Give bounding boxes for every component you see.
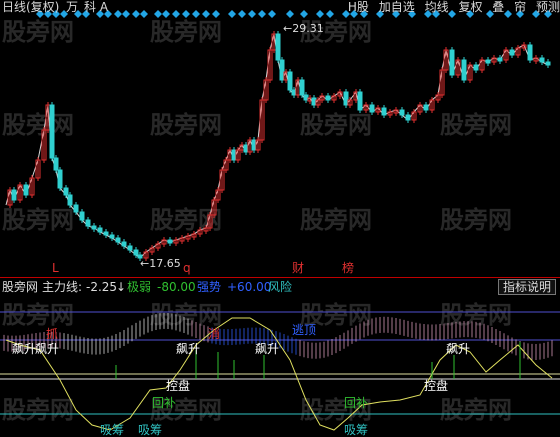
risk-label: 风险 — [268, 280, 293, 294]
candle-body — [497, 57, 503, 62]
annotation-grab-rise: 飙升 — [35, 342, 60, 356]
candle-body — [423, 104, 429, 111]
down-arrow-icon: ↓ — [116, 280, 127, 294]
event-marker-cai[interactable]: 财 — [292, 262, 304, 274]
strong-value: +60.00 — [227, 280, 272, 294]
annotation-absorb: 吸筹 — [138, 423, 163, 437]
annotation-escape: 逃顶 — [292, 323, 317, 337]
annotation-absorb: 吸筹 — [100, 423, 125, 437]
annotation-grab-rise: 飙升 — [12, 342, 37, 356]
candle-body — [167, 239, 173, 244]
toolbar-add-watchlist-button[interactable]: 加自选 — [379, 0, 415, 14]
annotation-xiao: 消 — [208, 327, 221, 341]
high-arrow-icon: ← — [283, 22, 293, 35]
candle-body — [231, 149, 237, 161]
letters-label: 科 A — [84, 0, 109, 14]
candle-body — [133, 249, 139, 256]
weak-label: 极弱 — [127, 280, 152, 294]
event-marker-q[interactable]: q — [183, 262, 191, 274]
event-marker-bang[interactable]: 榜 — [342, 262, 354, 274]
candle-body — [485, 59, 491, 64]
candle-body — [399, 109, 405, 116]
candle-body — [49, 104, 55, 159]
candlestick-chart[interactable] — [0, 0, 560, 436]
candle-body — [251, 139, 257, 151]
candle-body — [67, 194, 73, 206]
main-line-value: -2.25 — [86, 280, 118, 294]
candle-body — [357, 91, 363, 111]
toolbar-hk-button[interactable]: H股 — [348, 0, 369, 14]
candle-body — [473, 64, 479, 71]
annotation-control: 控盘 — [166, 379, 191, 393]
toolbar-ma-button[interactable]: 均线 — [425, 0, 449, 14]
annotation-grab-rise: 飙升 — [255, 342, 280, 356]
low-arrow-icon: ← — [140, 257, 150, 270]
low-price-label: ←17.65 — [140, 257, 181, 270]
candle-body — [85, 219, 91, 227]
candle-body — [79, 211, 85, 221]
toolbar: H股 加自选 均线 复权 叠 帘 预测 — [342, 0, 560, 14]
annotation-pullback: 回补 — [152, 396, 177, 410]
candle-body — [287, 71, 293, 91]
candle-body — [369, 104, 375, 113]
weak-value: -80.00 — [157, 280, 196, 294]
candle-body — [539, 57, 545, 63]
candle-body — [73, 204, 79, 213]
candle-body — [299, 79, 305, 96]
candle-body — [243, 144, 249, 153]
annotation-grab: 抓 — [46, 327, 59, 341]
annotation-pullback: 回补 — [344, 396, 369, 410]
annotation-grab-rise: 飙升 — [446, 342, 471, 356]
toolbar-overlay-button[interactable]: 叠 — [492, 0, 504, 14]
candle-body — [23, 184, 29, 196]
candle-body — [545, 61, 551, 66]
candle-body — [121, 241, 127, 247]
candle-body — [311, 97, 317, 106]
annotation-control: 控盘 — [424, 379, 449, 393]
candle-body — [381, 107, 387, 116]
candle-body — [291, 89, 297, 96]
candle-body — [275, 33, 281, 61]
candle-body — [103, 231, 109, 236]
indicator-name[interactable]: 股旁网 — [2, 280, 38, 294]
candle-body — [325, 95, 331, 101]
event-marker-l[interactable]: L — [52, 262, 59, 274]
candle-body — [57, 169, 63, 189]
candle-body — [509, 49, 515, 56]
toolbar-adjust-button[interactable]: 复权 — [458, 0, 482, 14]
candle-body — [303, 94, 309, 101]
indicator-help-button[interactable]: 指标说明 — [498, 279, 556, 295]
candle-body — [343, 91, 349, 106]
candle-body — [109, 234, 115, 239]
high-price-label: ←29.31 — [283, 22, 324, 35]
candle-body — [53, 157, 59, 171]
chart-header: 日线(复权) 万 科 A H股 加自选 均线 复权 叠 帘 预测 — [0, 0, 560, 14]
indicator-header: 股旁网 主力线: -2.25 ↓ 极弱 -80.00 强势 +60.00 风险 — [0, 280, 560, 294]
candle-body — [527, 44, 533, 61]
candle-body — [97, 227, 103, 233]
candle-body — [461, 59, 467, 81]
candle-body — [279, 59, 285, 81]
unit-label: 万 — [66, 0, 79, 14]
candle-body — [449, 49, 455, 76]
toolbar-forecast-button[interactable]: 预测 — [536, 0, 560, 14]
candle-body — [127, 245, 133, 251]
pane-divider[interactable] — [0, 277, 560, 278]
toolbar-window-button[interactable]: 帘 — [514, 0, 526, 14]
candle-body — [63, 187, 69, 196]
candle-body — [91, 225, 97, 230]
strong-label: 强势 — [197, 280, 222, 294]
main-line-label: 主力线: — [42, 280, 83, 294]
candle-body — [405, 114, 411, 121]
candle-body — [11, 189, 17, 201]
annotation-absorb: 吸筹 — [344, 423, 369, 437]
candle-body — [115, 237, 121, 243]
chart-mode-label[interactable]: 日线(复权) — [2, 0, 59, 14]
annotation-grab-rise: 飙升 — [176, 342, 201, 356]
